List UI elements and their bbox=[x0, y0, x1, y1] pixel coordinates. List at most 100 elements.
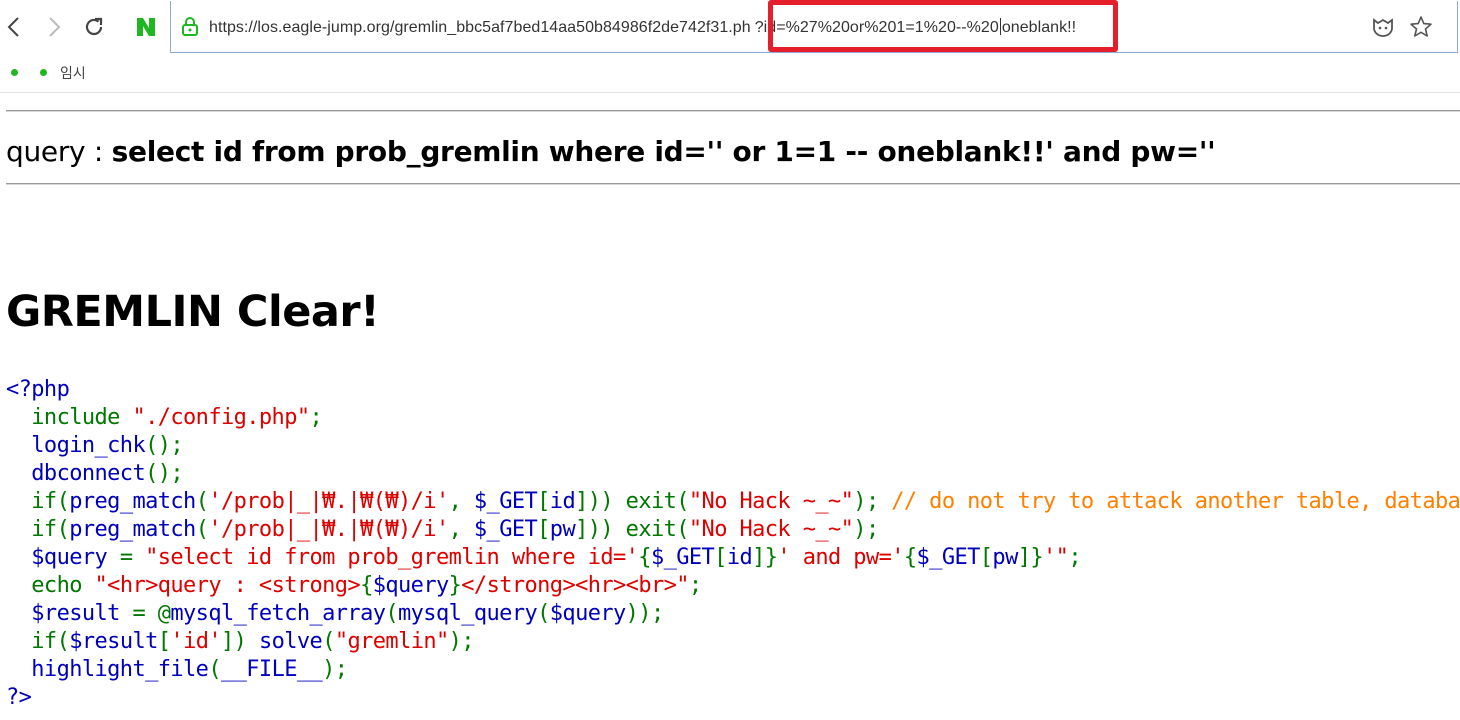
code-line: login_chk(); bbox=[6, 432, 1460, 460]
code-token: ; bbox=[1068, 545, 1081, 570]
code-token: , bbox=[448, 489, 474, 514]
back-arrow-icon bbox=[7, 17, 19, 37]
code-token: ( bbox=[322, 629, 335, 654]
code-token: preg_match bbox=[69, 489, 196, 514]
clear-heading: GREMLIN Clear! bbox=[6, 287, 380, 337]
code-token: ( bbox=[195, 489, 209, 514]
code-token: $query bbox=[549, 601, 626, 626]
bookmark-label-temp[interactable]: 임시 bbox=[60, 63, 86, 83]
code-token: dbconnect bbox=[6, 461, 146, 486]
code-token: "No Hack ~_~" bbox=[688, 517, 854, 542]
code-token: $_GET bbox=[473, 517, 538, 542]
code-token: mysql_query bbox=[398, 601, 538, 626]
code-token: (); bbox=[145, 461, 184, 486]
code-token: if( bbox=[6, 629, 70, 654]
code-token: include bbox=[6, 405, 133, 430]
code-line: $result = @mysql_fetch_array(mysql_query… bbox=[6, 600, 1460, 628]
naver-home-button[interactable] bbox=[134, 13, 158, 41]
code-token: if( bbox=[6, 489, 70, 514]
code-token: ( bbox=[195, 517, 209, 542]
bookmark-dot-icon[interactable] bbox=[11, 69, 18, 76]
naver-logo-icon bbox=[137, 18, 155, 36]
code-token: $_GET bbox=[916, 545, 981, 570]
code-token: '/prob|_|₩.|₩(₩)/i' bbox=[208, 489, 449, 514]
horizontal-rule-bottom bbox=[6, 183, 1460, 185]
code-token: ])) exit( bbox=[575, 517, 689, 542]
code-token: ]} bbox=[1017, 545, 1044, 570]
code-token: pw bbox=[549, 517, 576, 542]
code-token: [ bbox=[537, 489, 550, 514]
code-token: pw bbox=[992, 545, 1018, 570]
forward-button[interactable] bbox=[40, 13, 68, 41]
query-line: query : select id from prob_gremlin wher… bbox=[6, 135, 1216, 168]
code-token: [ bbox=[157, 629, 171, 654]
code-token: "gremlin" bbox=[334, 629, 449, 654]
code-token: ); bbox=[853, 489, 892, 514]
php-source-code: <?php include "./config.php"; login_chk(… bbox=[6, 376, 1460, 712]
shield-extension-icon[interactable] bbox=[1371, 15, 1395, 39]
code-token: 'id' bbox=[170, 629, 222, 654]
code-token: [ bbox=[537, 517, 550, 542]
code-token: ])) exit( bbox=[575, 489, 689, 514]
code-token: ' and pw=' bbox=[777, 545, 904, 570]
code-token: mysql_fetch_array bbox=[170, 601, 386, 626]
browser-toolbar: https://los.eagle-jump.org/gremlin_bbc5a… bbox=[0, 0, 1460, 56]
code-token: { bbox=[360, 573, 373, 598]
code-line: dbconnect(); bbox=[6, 460, 1460, 488]
code-line: <?php bbox=[6, 376, 1460, 404]
code-token: <?php bbox=[6, 377, 70, 402]
code-token: '/prob|_|₩.|₩(₩)/i' bbox=[208, 517, 449, 542]
code-token: solve bbox=[258, 629, 323, 654]
code-token: ( bbox=[537, 601, 550, 626]
code-line: if($result['id']) solve("gremlin"); bbox=[6, 628, 1460, 656]
code-line: if(preg_match('/prob|_|₩.|₩(₩)/i', $_GET… bbox=[6, 516, 1460, 544]
code-token: id bbox=[726, 545, 753, 570]
url-base: https://los.eagle-jump.org/gremlin_bbc5a… bbox=[209, 19, 751, 36]
code-token: ); bbox=[853, 517, 879, 542]
code-token: $result bbox=[6, 601, 133, 626]
lock-icon bbox=[182, 17, 198, 36]
bookmark-folder-dot-icon[interactable] bbox=[40, 69, 47, 76]
code-token: id bbox=[549, 489, 576, 514]
code-token: ); bbox=[448, 629, 475, 654]
code-line: $query = "select id from prob_gremlin wh… bbox=[6, 544, 1460, 572]
code-token: = bbox=[119, 545, 146, 570]
code-token: __FILE__ bbox=[220, 657, 323, 682]
reload-button[interactable] bbox=[80, 13, 108, 41]
code-token: ; bbox=[688, 573, 702, 598]
code-token: [ bbox=[714, 545, 727, 570]
code-token: } bbox=[448, 573, 462, 598]
code-token: // do not try to attack another table, d… bbox=[891, 489, 1460, 514]
code-token: { bbox=[903, 545, 917, 570]
code-line: ?> bbox=[6, 684, 1460, 712]
code-token: $_GET bbox=[473, 489, 538, 514]
bookmark-star-icon[interactable] bbox=[1409, 15, 1433, 39]
code-token: (); bbox=[145, 433, 184, 458]
code-line: highlight_file(__FILE__); bbox=[6, 656, 1460, 684]
code-token: $result bbox=[69, 629, 158, 654]
code-token: $query bbox=[372, 573, 449, 598]
code-token: preg_match bbox=[69, 517, 196, 542]
code-line: if(preg_match('/prob|_|₩.|₩(₩)/i', $_GET… bbox=[6, 488, 1460, 516]
code-token: ( bbox=[385, 601, 399, 626]
code-token: , bbox=[448, 517, 474, 542]
code-token: ]} bbox=[752, 545, 778, 570]
code-token: </strong><hr><br>" bbox=[461, 573, 689, 598]
code-token: { bbox=[638, 545, 651, 570]
code-token: ); bbox=[322, 657, 348, 682]
code-token: "./config.php" bbox=[132, 405, 310, 430]
url-highlight-box bbox=[768, 0, 1118, 52]
back-button[interactable] bbox=[0, 13, 28, 41]
code-token: [ bbox=[979, 545, 993, 570]
code-token: ( bbox=[208, 657, 221, 682]
horizontal-rule-top bbox=[6, 110, 1460, 112]
code-token: '" bbox=[1043, 545, 1069, 570]
code-token: "No Hack ~_~" bbox=[688, 489, 854, 514]
code-token: ; bbox=[309, 405, 323, 430]
code-line: echo "<hr>query : <strong>{$query}</stro… bbox=[6, 572, 1460, 600]
code-token: = @ bbox=[132, 601, 171, 626]
query-sql: select id from prob_gremlin where id='' … bbox=[111, 135, 1216, 168]
code-token: ?> bbox=[6, 685, 32, 710]
code-token: )); bbox=[625, 601, 665, 626]
code-token: $query bbox=[6, 545, 120, 570]
